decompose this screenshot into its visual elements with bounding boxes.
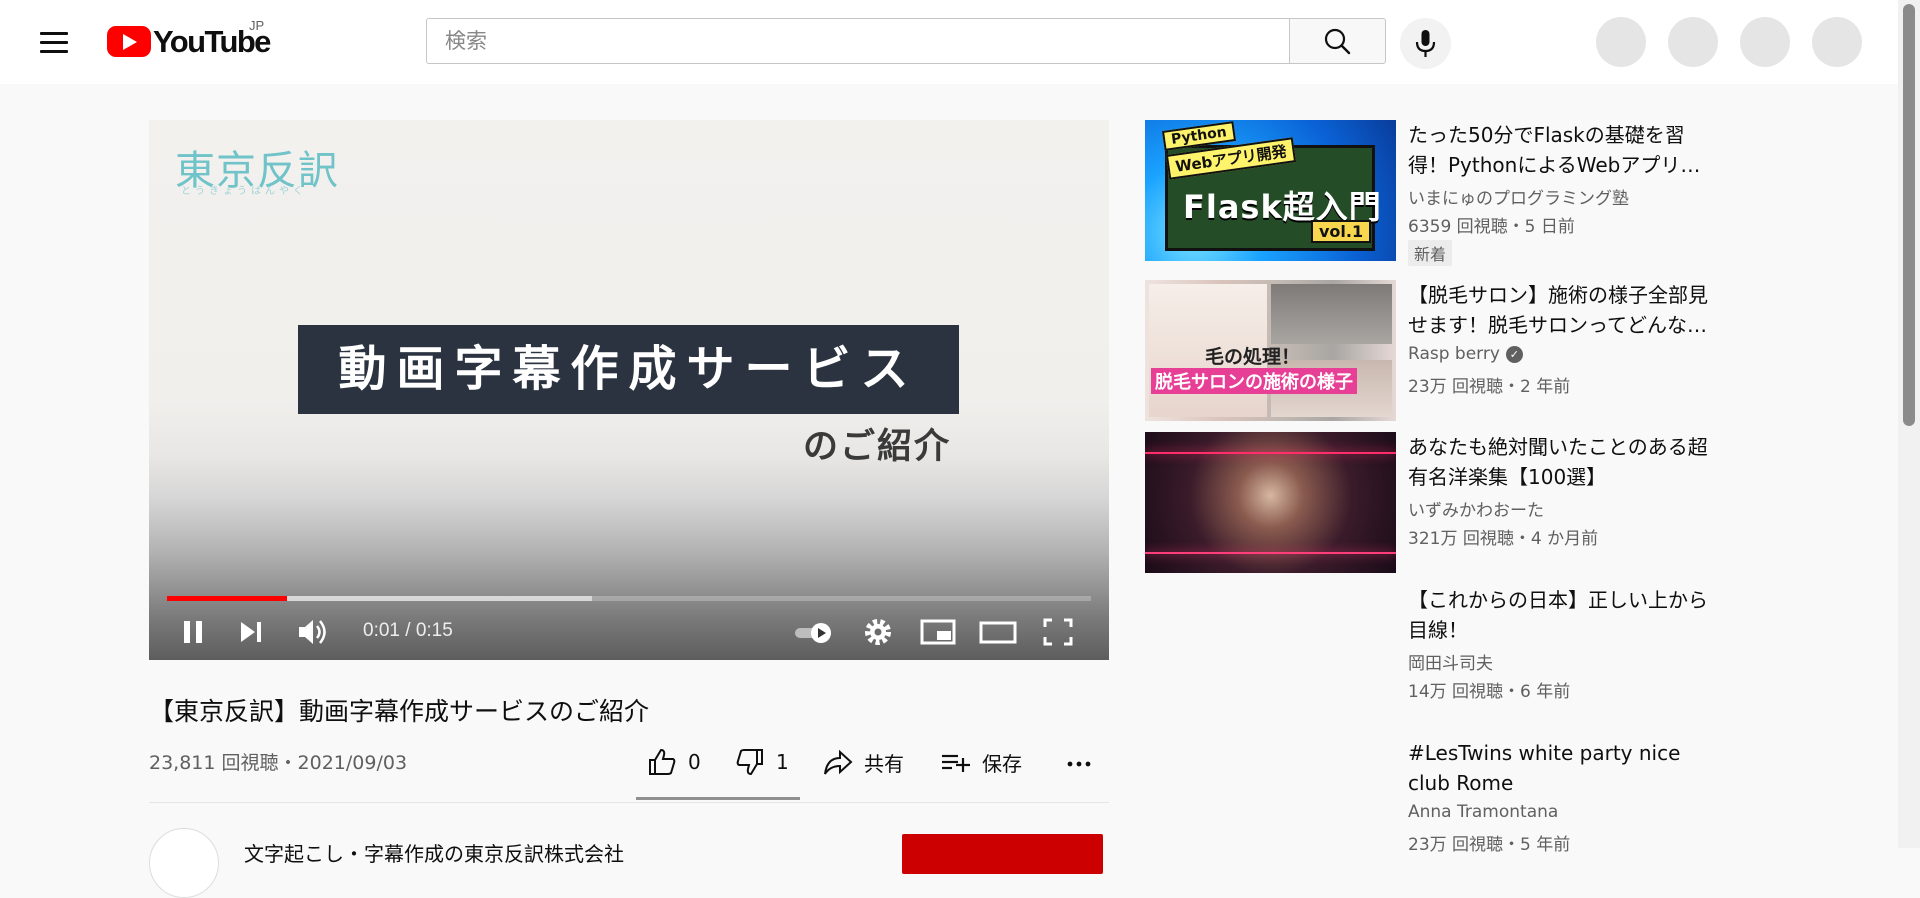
more-horizontal-icon <box>1067 761 1091 767</box>
theater-mode-icon <box>979 621 1017 644</box>
new-badge: 新着 <box>1408 240 1453 266</box>
gear-icon <box>865 619 891 645</box>
thumbs-down-icon <box>736 749 763 776</box>
video-player[interactable]: 東京反訳 とうきょうはんやく 動画字幕作成サービス のご紹介 0:01 / 0:… <box>149 120 1109 660</box>
dislike-count: 1 <box>776 750 789 774</box>
fullscreen-icon <box>1043 618 1073 646</box>
thumbnail-text: 脱毛サロンの施術の様子 <box>1151 368 1357 394</box>
related-video-title[interactable]: たった50分でFlaskの基礎を習得！PythonによるWebアプリ開発入門 <box>1408 120 1718 180</box>
playlist-add-icon <box>942 754 970 772</box>
save-button[interactable]: 保存 <box>940 740 1022 784</box>
video-thumbnail[interactable] <box>1145 432 1396 573</box>
related-video-item[interactable]: #LesTwins white party nice club Rome Ann… <box>1145 738 1715 883</box>
search-box <box>426 18 1290 64</box>
search-icon <box>1324 28 1351 55</box>
channel-label: Rasp berry <box>1408 344 1500 364</box>
related-video-item[interactable]: 毛の処理！ 脱毛サロンの施術の様子 【脱毛サロン】施術の様子全部見せます！脱毛サ… <box>1145 280 1715 425</box>
related-video-title[interactable]: あなたも絶対聞いたことのある超有名洋楽集【100選】 <box>1408 432 1718 492</box>
channel-avatar[interactable] <box>149 828 219 898</box>
scrollbar-thumb[interactable] <box>1903 4 1915 426</box>
related-video-channel[interactable]: いまにゅのプログラミング塾 <box>1408 184 1629 209</box>
video-overlay-subtitle: のご紹介 <box>803 427 952 467</box>
mute-button[interactable] <box>289 607 339 657</box>
progress-played <box>167 596 288 601</box>
save-label: 保存 <box>982 751 1022 776</box>
autoplay-toggle-icon <box>795 623 831 643</box>
video-overlay-title: 動画字幕作成サービス <box>298 325 959 414</box>
region-code: JP <box>249 18 265 33</box>
like-count: 0 <box>688 750 701 774</box>
page-scrollbar[interactable] <box>1898 0 1920 848</box>
share-button[interactable]: 共有 <box>822 740 904 784</box>
thumbnail-text: vol.1 <box>1311 220 1372 243</box>
related-video-title[interactable]: 【これからの日本】正しい上から目線！ <box>1408 585 1718 645</box>
play-logo-icon <box>107 26 151 57</box>
more-actions-button[interactable] <box>1062 740 1096 784</box>
related-video-stats: 23万 回視聴・2 年前 <box>1408 377 1571 397</box>
volume-icon <box>299 620 326 644</box>
avatar[interactable] <box>1812 17 1862 67</box>
subscribe-button[interactable] <box>902 834 1103 874</box>
masthead: YouTube JP <box>0 0 1898 84</box>
search-button[interactable] <box>1289 18 1386 64</box>
related-video-title[interactable]: #LesTwins white party nice club Rome <box>1408 738 1718 798</box>
settings-button[interactable] <box>853 607 903 657</box>
progress-bar[interactable] <box>167 596 1091 601</box>
voice-search-button[interactable] <box>1400 18 1451 69</box>
video-view-date: 23,811 回視聴・2021/09/03 <box>149 752 408 774</box>
miniplayer-button[interactable] <box>913 607 963 657</box>
channel-name[interactable]: 文字起こし・字幕作成の東京反訳株式会社 <box>244 838 624 867</box>
share-label: 共有 <box>864 751 904 776</box>
thumbs-up-icon <box>649 748 676 775</box>
video-brand-subtext: とうきょうはんやく <box>181 186 307 197</box>
header-button-placeholder-2[interactable] <box>1668 17 1718 67</box>
related-video-channel[interactable]: 岡田斗司夫 <box>1408 649 1493 674</box>
related-video-item[interactable]: あなたも絶対聞いたことのある超有名洋楽集【100選】 いずみかわおーた 321万… <box>1145 432 1715 577</box>
related-video-stats: 321万 回視聴・4 か月前 <box>1408 529 1599 549</box>
header-button-placeholder-3[interactable] <box>1740 17 1790 67</box>
pause-icon <box>184 621 202 643</box>
menu-icon[interactable] <box>34 22 74 62</box>
video-thumbnail[interactable]: Python Webアプリ開発 Flask超入門 vol.1 <box>1145 120 1396 261</box>
related-video-channel[interactable]: いずみかわおーた <box>1408 496 1544 521</box>
video-title: 【東京反訳】動画字幕作成サービスのご紹介 <box>149 697 650 726</box>
miniplayer-icon <box>920 619 956 645</box>
thumbnail-text: 毛の処理！ <box>1205 346 1301 368</box>
microphone-icon <box>1415 30 1436 57</box>
theater-mode-button[interactable] <box>973 607 1023 657</box>
thumbnail-panel <box>1271 284 1392 344</box>
skip-next-icon <box>241 622 261 642</box>
pause-button[interactable] <box>171 607 217 657</box>
like-button[interactable]: 0 <box>646 740 701 784</box>
related-video-stats: 14万 回視聴・6 年前 <box>1408 682 1571 702</box>
dislike-button[interactable]: 1 <box>734 740 789 784</box>
related-video-stats: 23万 回視聴・5 年前 <box>1408 835 1571 855</box>
related-video-title[interactable]: 【脱毛サロン】施術の様子全部見せます！脱毛サロンってどんなところ？ <box>1408 280 1718 340</box>
header-button-placeholder-1[interactable] <box>1596 17 1646 67</box>
autoplay-toggle[interactable] <box>789 607 839 657</box>
divider <box>149 802 1109 803</box>
share-icon <box>824 749 853 775</box>
fullscreen-button[interactable] <box>1033 607 1083 657</box>
video-thumbnail[interactable]: 毛の処理！ 脱毛サロンの施術の様子 <box>1145 280 1396 421</box>
related-video-channel[interactable]: Anna Tramontana <box>1408 802 1558 822</box>
related-video-item[interactable]: Python Webアプリ開発 Flask超入門 vol.1 たった50分でFl… <box>1145 120 1718 266</box>
search-input[interactable] <box>427 19 1290 63</box>
like-ratio-bar <box>636 797 800 800</box>
verified-check-icon: ✓ <box>1505 346 1523 363</box>
related-video-item[interactable]: 【これからの日本】正しい上から目線！ 岡田斗司夫 14万 回視聴・6 年前 <box>1145 585 1715 730</box>
time-display: 0:01 / 0:15 <box>363 620 453 641</box>
next-button[interactable] <box>229 607 275 657</box>
related-video-channel[interactable]: Rasp berry ✓ <box>1408 344 1523 364</box>
related-video-stats: 6359 回視聴・5 日前 <box>1408 217 1575 237</box>
